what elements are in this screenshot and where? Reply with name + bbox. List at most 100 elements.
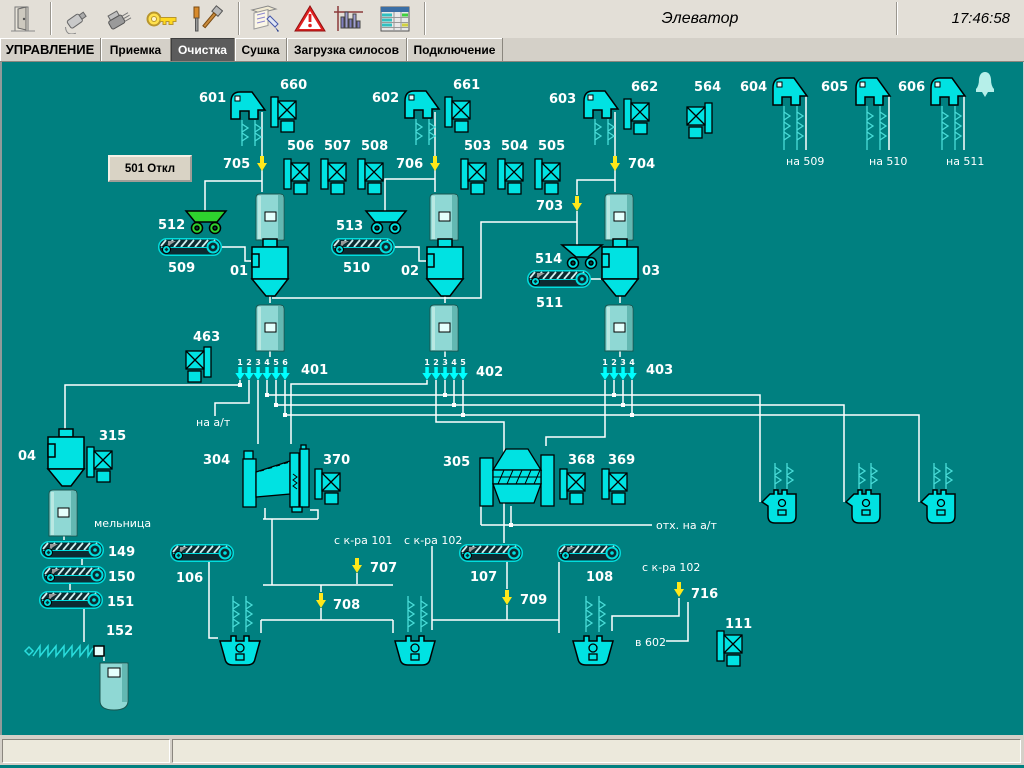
conveyor-510[interactable] — [332, 239, 395, 256]
label-401: 401 — [301, 363, 328, 378]
valve-370[interactable] — [315, 469, 340, 504]
conveyor-511[interactable] — [528, 271, 591, 288]
gate-705[interactable] — [257, 156, 267, 171]
gate-706[interactable] — [430, 156, 440, 171]
noria-head-603[interactable] — [584, 91, 618, 145]
noria-head-605[interactable] — [856, 78, 890, 150]
status-panel-right — [172, 739, 1021, 763]
screw-conveyor-152[interactable] — [25, 646, 104, 656]
mill-tank[interactable] — [49, 490, 77, 536]
label-107: 107 — [470, 570, 497, 585]
conveyor-108[interactable] — [558, 545, 621, 562]
valve-503[interactable] — [461, 159, 486, 194]
valve-504[interactable] — [498, 159, 523, 194]
tab-priemka[interactable]: Приемка — [101, 38, 171, 61]
cart-512[interactable] — [186, 211, 226, 234]
settings-tools-button[interactable] — [185, 2, 227, 36]
button-501-otkl[interactable]: 501 Откл — [108, 155, 192, 182]
alarms-button[interactable] — [289, 2, 331, 36]
table-icon — [378, 4, 412, 34]
cart-514[interactable] — [562, 245, 602, 269]
tank-below-03[interactable] — [605, 305, 633, 351]
gate-708[interactable] — [316, 593, 326, 608]
noria-head-602[interactable] — [405, 91, 439, 145]
valve-463[interactable] — [186, 347, 211, 382]
noria-boot-right-2[interactable] — [846, 463, 880, 523]
noria-head-601[interactable] — [231, 92, 265, 146]
separator-02[interactable] — [427, 239, 463, 296]
tab-ochistka[interactable]: Очистка — [171, 38, 235, 61]
gate-704[interactable] — [610, 156, 620, 171]
disconnect-button[interactable] — [98, 2, 140, 36]
valve-507[interactable] — [321, 159, 346, 194]
valve-505[interactable] — [535, 159, 560, 194]
label-704: 704 — [628, 157, 655, 172]
gate-709[interactable] — [502, 590, 512, 605]
label-661: 661 — [453, 78, 480, 93]
tank-above-01[interactable] — [256, 194, 284, 240]
valve-369[interactable] — [602, 469, 627, 504]
conveyor-106[interactable] — [171, 545, 234, 562]
login-key-button[interactable] — [141, 2, 183, 36]
conveyor-107[interactable] — [460, 545, 523, 562]
bottom-tank[interactable] — [100, 663, 128, 710]
noria-boot-3[interactable] — [573, 596, 613, 665]
separator-04[interactable] — [48, 429, 84, 486]
gate-703[interactable] — [572, 196, 582, 211]
label-606: 606 — [898, 80, 925, 95]
noria-head-606[interactable] — [931, 78, 965, 150]
valve-315[interactable] — [87, 447, 112, 482]
tab-sushka[interactable]: Сушка — [235, 38, 287, 61]
valve-564[interactable] — [687, 103, 712, 138]
valve-368[interactable] — [560, 469, 585, 504]
tank-below-01[interactable] — [256, 305, 284, 351]
conveyor-149[interactable] — [41, 542, 104, 559]
tab-podklyuchenie[interactable]: Подключение — [407, 38, 503, 61]
conveyor-509[interactable] — [159, 239, 222, 256]
tab-bar: УПРАВЛЕНИЕ Приемка Очистка Сушка Загрузк… — [0, 38, 1024, 62]
valve-506[interactable] — [284, 159, 309, 194]
gate-707[interactable] — [352, 558, 362, 573]
machine-304[interactable] — [243, 445, 309, 512]
label-111: 111 — [725, 617, 752, 632]
label-709: 709 — [520, 593, 547, 608]
distributor-401[interactable]: 1 2 3 4 5 6 — [235, 358, 289, 380]
label-370: 370 — [323, 453, 350, 468]
valve-660[interactable] — [271, 97, 296, 132]
conveyor-151[interactable] — [40, 592, 103, 609]
valve-508[interactable] — [358, 159, 383, 194]
valve-662[interactable] — [624, 99, 649, 134]
valve-661[interactable] — [445, 97, 470, 132]
connect-button[interactable] — [56, 2, 98, 36]
valve-111[interactable] — [717, 631, 742, 666]
distributor-403[interactable]: 1 2 3 4 — [600, 358, 637, 380]
tank-above-02[interactable] — [430, 194, 458, 240]
cart-513[interactable] — [366, 211, 406, 234]
conveyor-150[interactable] — [43, 567, 106, 584]
noria-boot-1[interactable] — [220, 596, 260, 665]
tab-upravlenie[interactable]: УПРАВЛЕНИЕ — [0, 38, 101, 61]
separator-03[interactable] — [602, 239, 638, 296]
exit-button[interactable] — [4, 2, 46, 36]
status-panel-left — [2, 739, 170, 763]
reports-table-button[interactable] — [374, 2, 416, 36]
tank-below-02[interactable] — [430, 305, 458, 351]
noria-boot-right-3[interactable] — [921, 463, 955, 523]
tank-above-03[interactable] — [605, 194, 633, 240]
noria-head-604[interactable] — [773, 78, 807, 150]
noria-boot-2[interactable] — [395, 596, 435, 665]
machine-305[interactable] — [480, 449, 554, 506]
toolbar: Элеватор 17:46:58 — [0, 0, 1024, 39]
bell-icon[interactable] — [976, 72, 994, 97]
label-305: 305 — [443, 455, 470, 470]
tab-zagruzka-silosov[interactable]: Загрузка силосов — [287, 38, 407, 61]
journal-button[interactable] — [245, 2, 287, 36]
gate-716[interactable] — [674, 582, 684, 597]
port-label: 1 — [237, 358, 243, 367]
tab-bar-filler — [503, 38, 1024, 61]
separator-01[interactable] — [252, 239, 288, 296]
label-369: 369 — [608, 453, 635, 468]
trends-button[interactable] — [328, 2, 370, 36]
distributor-402[interactable]: 1 2 3 4 5 — [422, 358, 468, 380]
noria-boot-right-1[interactable] — [762, 463, 796, 523]
